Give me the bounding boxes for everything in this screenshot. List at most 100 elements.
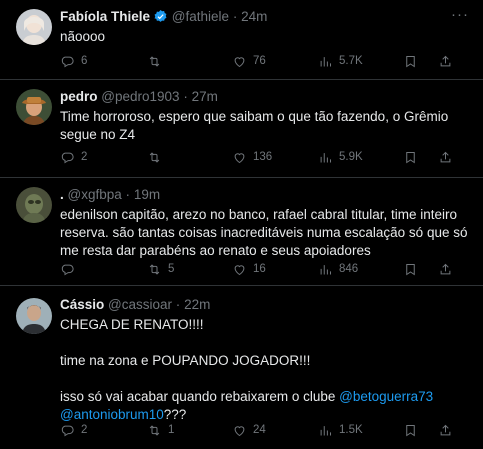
- tweet-text-line: isso só vai acabar quando rebaixarem o c…: [60, 389, 434, 404]
- like-button[interactable]: 16: [232, 262, 266, 277]
- share-icon: [438, 423, 453, 438]
- bookmark-button[interactable]: [403, 150, 418, 165]
- retweet-icon: [147, 262, 162, 277]
- display-name[interactable]: Fabíola Thiele: [60, 9, 150, 24]
- reply-button[interactable]: [60, 262, 81, 277]
- reply-icon: [60, 150, 75, 165]
- like-icon: [232, 150, 247, 165]
- action-bar: 2 1 24 1.5K: [60, 421, 470, 439]
- tweet[interactable]: pedro @pedro1903 · 27m Time horroroso, e…: [0, 80, 483, 178]
- avatar-image: [16, 9, 52, 45]
- retweet-button[interactable]: [147, 150, 168, 165]
- avatar[interactable]: [16, 89, 52, 125]
- tweet-text-line: CHEGA DE RENATO!!!!: [60, 317, 204, 332]
- views-icon: [318, 423, 333, 438]
- retweet-icon: [147, 150, 162, 165]
- reply-icon: [60, 262, 75, 277]
- like-button[interactable]: 24: [232, 423, 266, 438]
- view-count: 1.5K: [339, 424, 363, 436]
- bookmark-button[interactable]: [403, 54, 418, 69]
- reply-count: 2: [81, 151, 88, 163]
- separator-dot: ·: [125, 187, 131, 202]
- like-count: 76: [253, 55, 266, 67]
- tweet-header: Cássio @cassioar · 22m: [60, 296, 469, 314]
- reply-button[interactable]: 2: [60, 150, 87, 165]
- view-count: 5.9K: [339, 151, 363, 163]
- mention-link[interactable]: @antoniobrum10: [60, 407, 164, 422]
- bookmark-icon: [403, 150, 418, 165]
- action-bar: 5 16 846: [60, 260, 470, 278]
- timestamp[interactable]: 27m: [192, 89, 218, 104]
- mention-link[interactable]: @betoguerra73: [339, 389, 433, 404]
- like-button[interactable]: 136: [232, 150, 272, 165]
- display-name[interactable]: pedro: [60, 89, 98, 104]
- avatar[interactable]: [16, 9, 52, 45]
- views-button[interactable]: 846: [318, 262, 358, 277]
- user-handle[interactable]: @cassioar: [108, 297, 172, 312]
- bookmark-button[interactable]: [403, 423, 418, 438]
- user-handle[interactable]: @pedro1903: [101, 89, 179, 104]
- views-button[interactable]: 5.7K: [318, 54, 363, 69]
- timestamp[interactable]: 22m: [184, 297, 210, 312]
- share-button[interactable]: [438, 54, 453, 69]
- tweet-text: CHEGA DE RENATO!!!! time na zona e POUPA…: [60, 316, 469, 424]
- timestamp[interactable]: 19m: [134, 187, 160, 202]
- tweet-text: nãoooo: [60, 29, 106, 44]
- reply-count: 6: [81, 55, 88, 67]
- reply-button[interactable]: 2: [60, 423, 87, 438]
- reply-icon: [60, 54, 75, 69]
- action-bar: 6 76 5.7K: [60, 52, 470, 70]
- display-name[interactable]: Cássio: [60, 297, 104, 312]
- separator-dot: ·: [183, 89, 188, 104]
- action-bar: 2 136 5.9K: [60, 148, 470, 166]
- retweet-count: 5: [168, 263, 175, 275]
- avatar[interactable]: [16, 298, 52, 334]
- like-icon: [232, 262, 247, 277]
- verified-badge-icon: [153, 9, 168, 29]
- tweet-text: edenilson capitão, arezo no banco, rafae…: [60, 207, 472, 258]
- retweet-button[interactable]: [147, 54, 168, 69]
- retweet-button[interactable]: 5: [147, 262, 174, 277]
- like-count: 136: [253, 151, 273, 163]
- tweet-feed: Fabíola Thiele @fathiele · 24m nãoooo ··…: [0, 0, 483, 449]
- like-count: 16: [253, 263, 266, 275]
- bookmark-icon: [403, 54, 418, 69]
- bookmark-button[interactable]: [403, 262, 418, 277]
- share-icon: [438, 262, 453, 277]
- avatar-image: [16, 187, 52, 223]
- timestamp[interactable]: 24m: [241, 9, 267, 24]
- tweet-header: Fabíola Thiele @fathiele · 24m: [60, 8, 469, 26]
- share-button[interactable]: [438, 262, 453, 277]
- tweet-text: Time horroroso, espero que saibam o que …: [60, 109, 452, 142]
- bookmark-icon: [403, 262, 418, 277]
- view-count: 5.7K: [339, 55, 363, 67]
- tweet-text-line: time na zona e POUPANDO JOGADOR!!!: [60, 353, 311, 368]
- separator-dot: ·: [232, 9, 238, 24]
- avatar-image: [16, 298, 52, 334]
- tweet[interactable]: Cássio @cassioar · 22m CHEGA DE RENATO!!…: [0, 286, 483, 449]
- views-icon: [318, 54, 333, 69]
- bookmark-icon: [403, 423, 418, 438]
- tweet[interactable]: . @xgfbpa · 19m edenilson capitão, arezo…: [0, 178, 483, 286]
- display-name[interactable]: .: [60, 187, 64, 202]
- more-icon[interactable]: ···: [451, 6, 469, 23]
- separator-dot: ·: [175, 297, 181, 312]
- views-icon: [318, 262, 333, 277]
- reply-icon: [60, 423, 75, 438]
- reply-button[interactable]: 6: [60, 54, 87, 69]
- reply-count: 2: [81, 424, 88, 436]
- share-button[interactable]: [438, 423, 453, 438]
- avatar-image: [16, 89, 52, 125]
- user-handle[interactable]: @fathiele: [172, 9, 229, 24]
- avatar[interactable]: [16, 187, 52, 223]
- retweet-button[interactable]: 1: [147, 423, 174, 438]
- share-button[interactable]: [438, 150, 453, 165]
- user-handle[interactable]: @xgfbpa: [68, 187, 122, 202]
- like-count: 24: [253, 424, 266, 436]
- like-button[interactable]: 76: [232, 54, 266, 69]
- share-icon: [438, 54, 453, 69]
- tweet[interactable]: Fabíola Thiele @fathiele · 24m nãoooo ··…: [0, 0, 483, 80]
- views-button[interactable]: 5.9K: [318, 150, 363, 165]
- views-button[interactable]: 1.5K: [318, 423, 363, 438]
- views-icon: [318, 150, 333, 165]
